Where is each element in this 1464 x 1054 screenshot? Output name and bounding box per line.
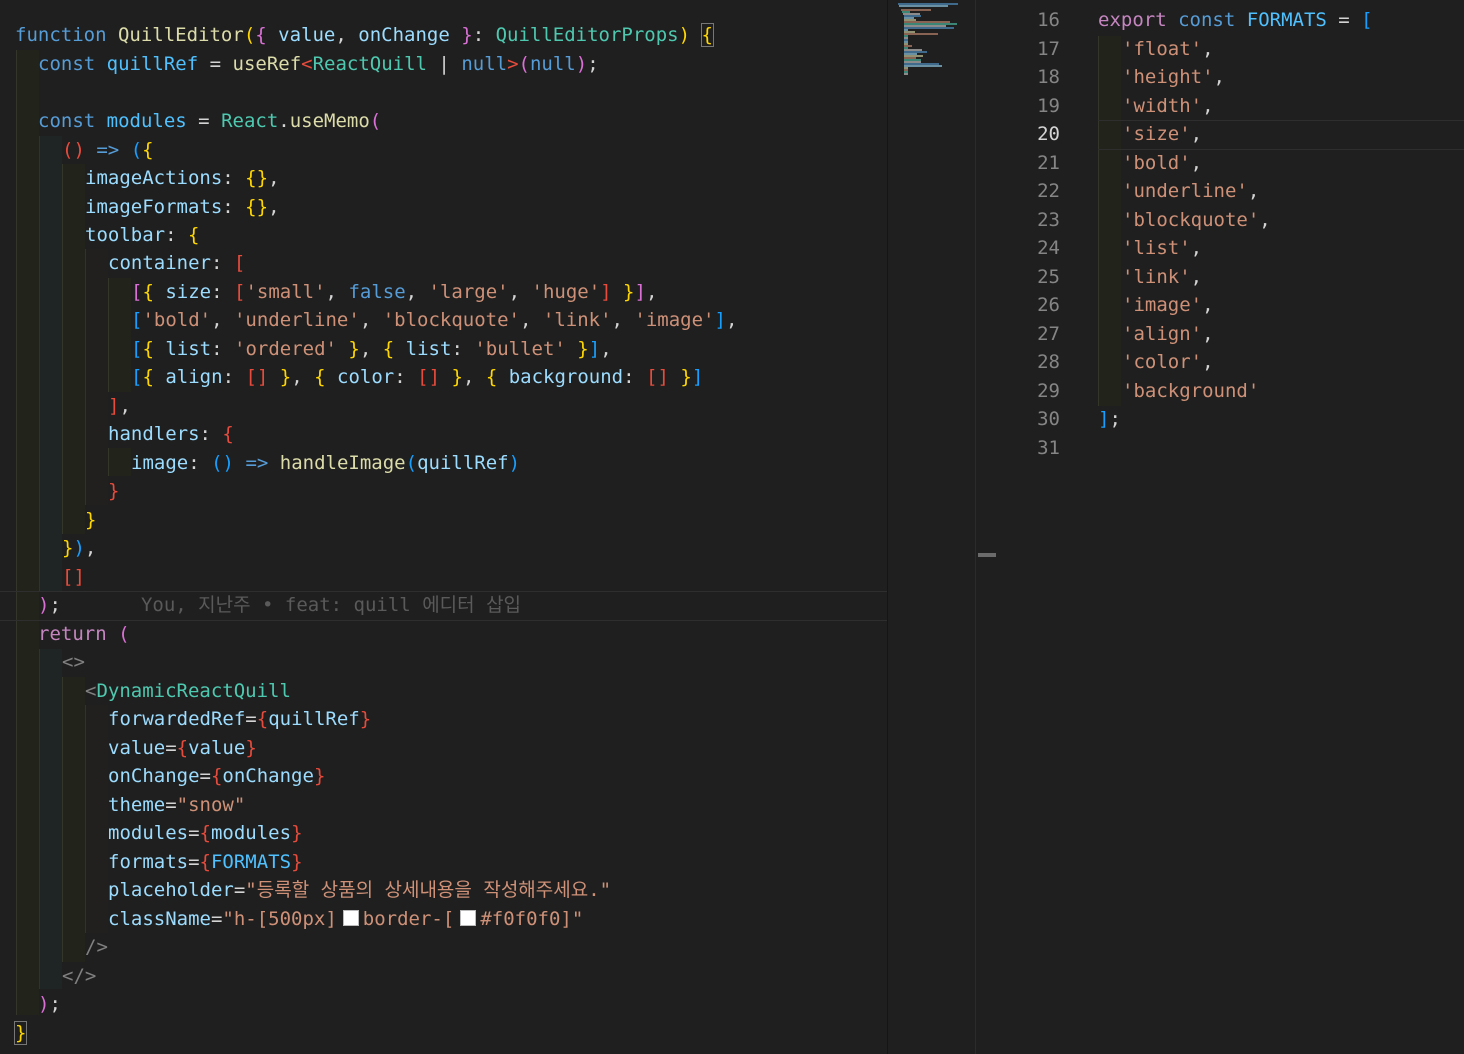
code-line[interactable]: 'height', (1122, 63, 1225, 91)
indent-guide (62, 677, 85, 962)
line-number: 20 (1037, 123, 1060, 145)
code-line-theme[interactable]: theme="snow" (108, 791, 245, 819)
scrollbar-thumb[interactable] (978, 553, 996, 557)
code-line-toolbar-close[interactable]: } (85, 506, 96, 534)
indent-guide (108, 278, 131, 392)
code-line-quillref[interactable]: const quillRef = useRef<ReactQuill | nul… (38, 50, 599, 78)
color-swatch-icon[interactable] (460, 910, 477, 926)
left-editor-pane[interactable]: function QuillEditor({ value, onChange }… (0, 0, 887, 1054)
code-line-modules[interactable]: const modules = React.useMemo( (38, 107, 381, 135)
right-editor-pane[interactable]: 16 export const FORMATS = [ 17 'float', 18 'h… (998, 0, 1464, 1054)
line-number: 17 (1037, 37, 1060, 60)
indent-guide (62, 164, 85, 534)
line-number: 27 (1037, 322, 1060, 345)
code-line-formats-prop[interactable]: formats={FORMATS} (108, 848, 303, 876)
code-line-align[interactable]: [{ align: [] }, { color: [] }, { backgro… (131, 363, 703, 391)
code-line-handlers-close[interactable]: } (108, 477, 119, 505)
line-number: 23 (1037, 208, 1060, 231)
code-line-function-decl[interactable]: function QuillEditor({ value, onChange }… (15, 21, 715, 49)
code-line-function-close[interactable]: } (13, 1019, 28, 1047)
indent-guide (39, 649, 62, 989)
code-line-container[interactable]: container: [ (108, 249, 245, 277)
code-line-container-close[interactable]: ], (108, 392, 131, 420)
code-line-image-handler[interactable]: image: () => handleImage(quillRef) (131, 449, 520, 477)
code-line-return[interactable]: return ( (38, 620, 130, 648)
code-line-deps[interactable]: [] (62, 563, 85, 591)
code-line[interactable]: 'underline', (1122, 177, 1259, 205)
code-line-toolbar[interactable]: toolbar: { (85, 221, 199, 249)
line-number: 31 (1037, 436, 1060, 459)
code-line-handlers[interactable]: handlers: { (108, 420, 234, 448)
code-line[interactable]: 'size', (1122, 120, 1202, 148)
indent-guide (1098, 36, 1121, 406)
line-number: 16 (1037, 9, 1060, 31)
minimap-line (904, 65, 942, 67)
code-line[interactable]: 'width', (1122, 92, 1214, 120)
indent-guide (85, 249, 108, 505)
code-line-size[interactable]: [{ size: ['small', false, 'large', 'huge… (131, 278, 657, 306)
code-line-formats[interactable]: ['bold', 'underline', 'blockquote', 'lin… (131, 306, 737, 334)
git-blame-annotation: You, 지난주 • feat: quill 에디터 삽입 (140, 594, 522, 616)
line-number: 24 (1037, 237, 1060, 259)
code-line[interactable]: export const FORMATS = [ (1098, 6, 1373, 34)
code-line-component[interactable]: <DynamicReactQuill (85, 677, 291, 705)
line-number: 19 (1037, 94, 1060, 117)
line-number: 21 (1037, 151, 1060, 174)
minimap-line (904, 73, 908, 75)
minimap-line (904, 33, 938, 35)
code-line-fragment-close[interactable]: </> (62, 962, 96, 990)
indent-guide (85, 705, 108, 933)
code-line-imageformats[interactable]: imageFormats: {}, (85, 193, 280, 221)
code-line[interactable]: 'image', (1122, 291, 1214, 319)
line-number: 22 (1037, 180, 1060, 202)
code-line-arrow[interactable]: () => ({ (62, 136, 154, 164)
code-line-list[interactable]: [{ list: 'ordered' }, { list: 'bullet' }… (131, 335, 612, 363)
code-line-fragment-open[interactable]: <> (62, 648, 85, 676)
line-number: 28 (1037, 351, 1060, 373)
code-line-imageactions[interactable]: imageActions: {}, (85, 164, 280, 192)
code-line-placeholder[interactable]: placeholder="등록할 상품의 상세내용을 작성해주세요." (108, 876, 611, 904)
code-line[interactable]: 'bold', (1122, 149, 1202, 177)
minimap[interactable] (887, 0, 976, 1054)
code-line[interactable]: 'align', (1122, 320, 1214, 348)
code-line-forwardedref[interactable]: forwardedRef={quillRef} (108, 705, 371, 733)
indent-guide (39, 136, 62, 591)
code-line[interactable]: 'blockquote', (1122, 206, 1271, 234)
editor-scrollbar[interactable] (975, 0, 999, 1054)
minimap-line (904, 27, 954, 29)
code-line[interactable]: ]; (1098, 405, 1121, 433)
code-line-classname[interactable]: className="h-[500px] border-[#f0f0f0]" (108, 905, 583, 933)
line-number: 30 (1037, 408, 1060, 430)
line-number: 18 (1037, 66, 1060, 88)
code-line[interactable]: 'list', (1122, 234, 1202, 262)
minimap-line (899, 5, 948, 7)
code-line-selfclose[interactable]: /> (85, 933, 108, 961)
code-line[interactable]: 'background' (1122, 377, 1259, 405)
code-line[interactable]: 'color', (1122, 348, 1214, 376)
code-line-modules-prop[interactable]: modules={modules} (108, 819, 303, 847)
code-line-arrow-close[interactable]: }), (62, 534, 96, 562)
code-line[interactable]: 'link', (1122, 263, 1202, 291)
line-number: 26 (1037, 294, 1060, 316)
code-line-usememo-close[interactable]: ); You, 지난주 • feat: quill 에디터 삽입 (38, 591, 521, 619)
indent-guide (16, 50, 39, 1015)
color-swatch-icon[interactable] (342, 910, 359, 926)
indent-guide (108, 448, 131, 476)
line-number: 25 (1037, 265, 1060, 288)
code-line-return-close[interactable]: ); (38, 990, 61, 1018)
code-line[interactable]: 'float', (1122, 35, 1214, 63)
code-line-onchange[interactable]: onChange={onChange} (108, 762, 325, 790)
line-number: 29 (1037, 379, 1060, 402)
code-line-value[interactable]: value={value} (108, 734, 257, 762)
